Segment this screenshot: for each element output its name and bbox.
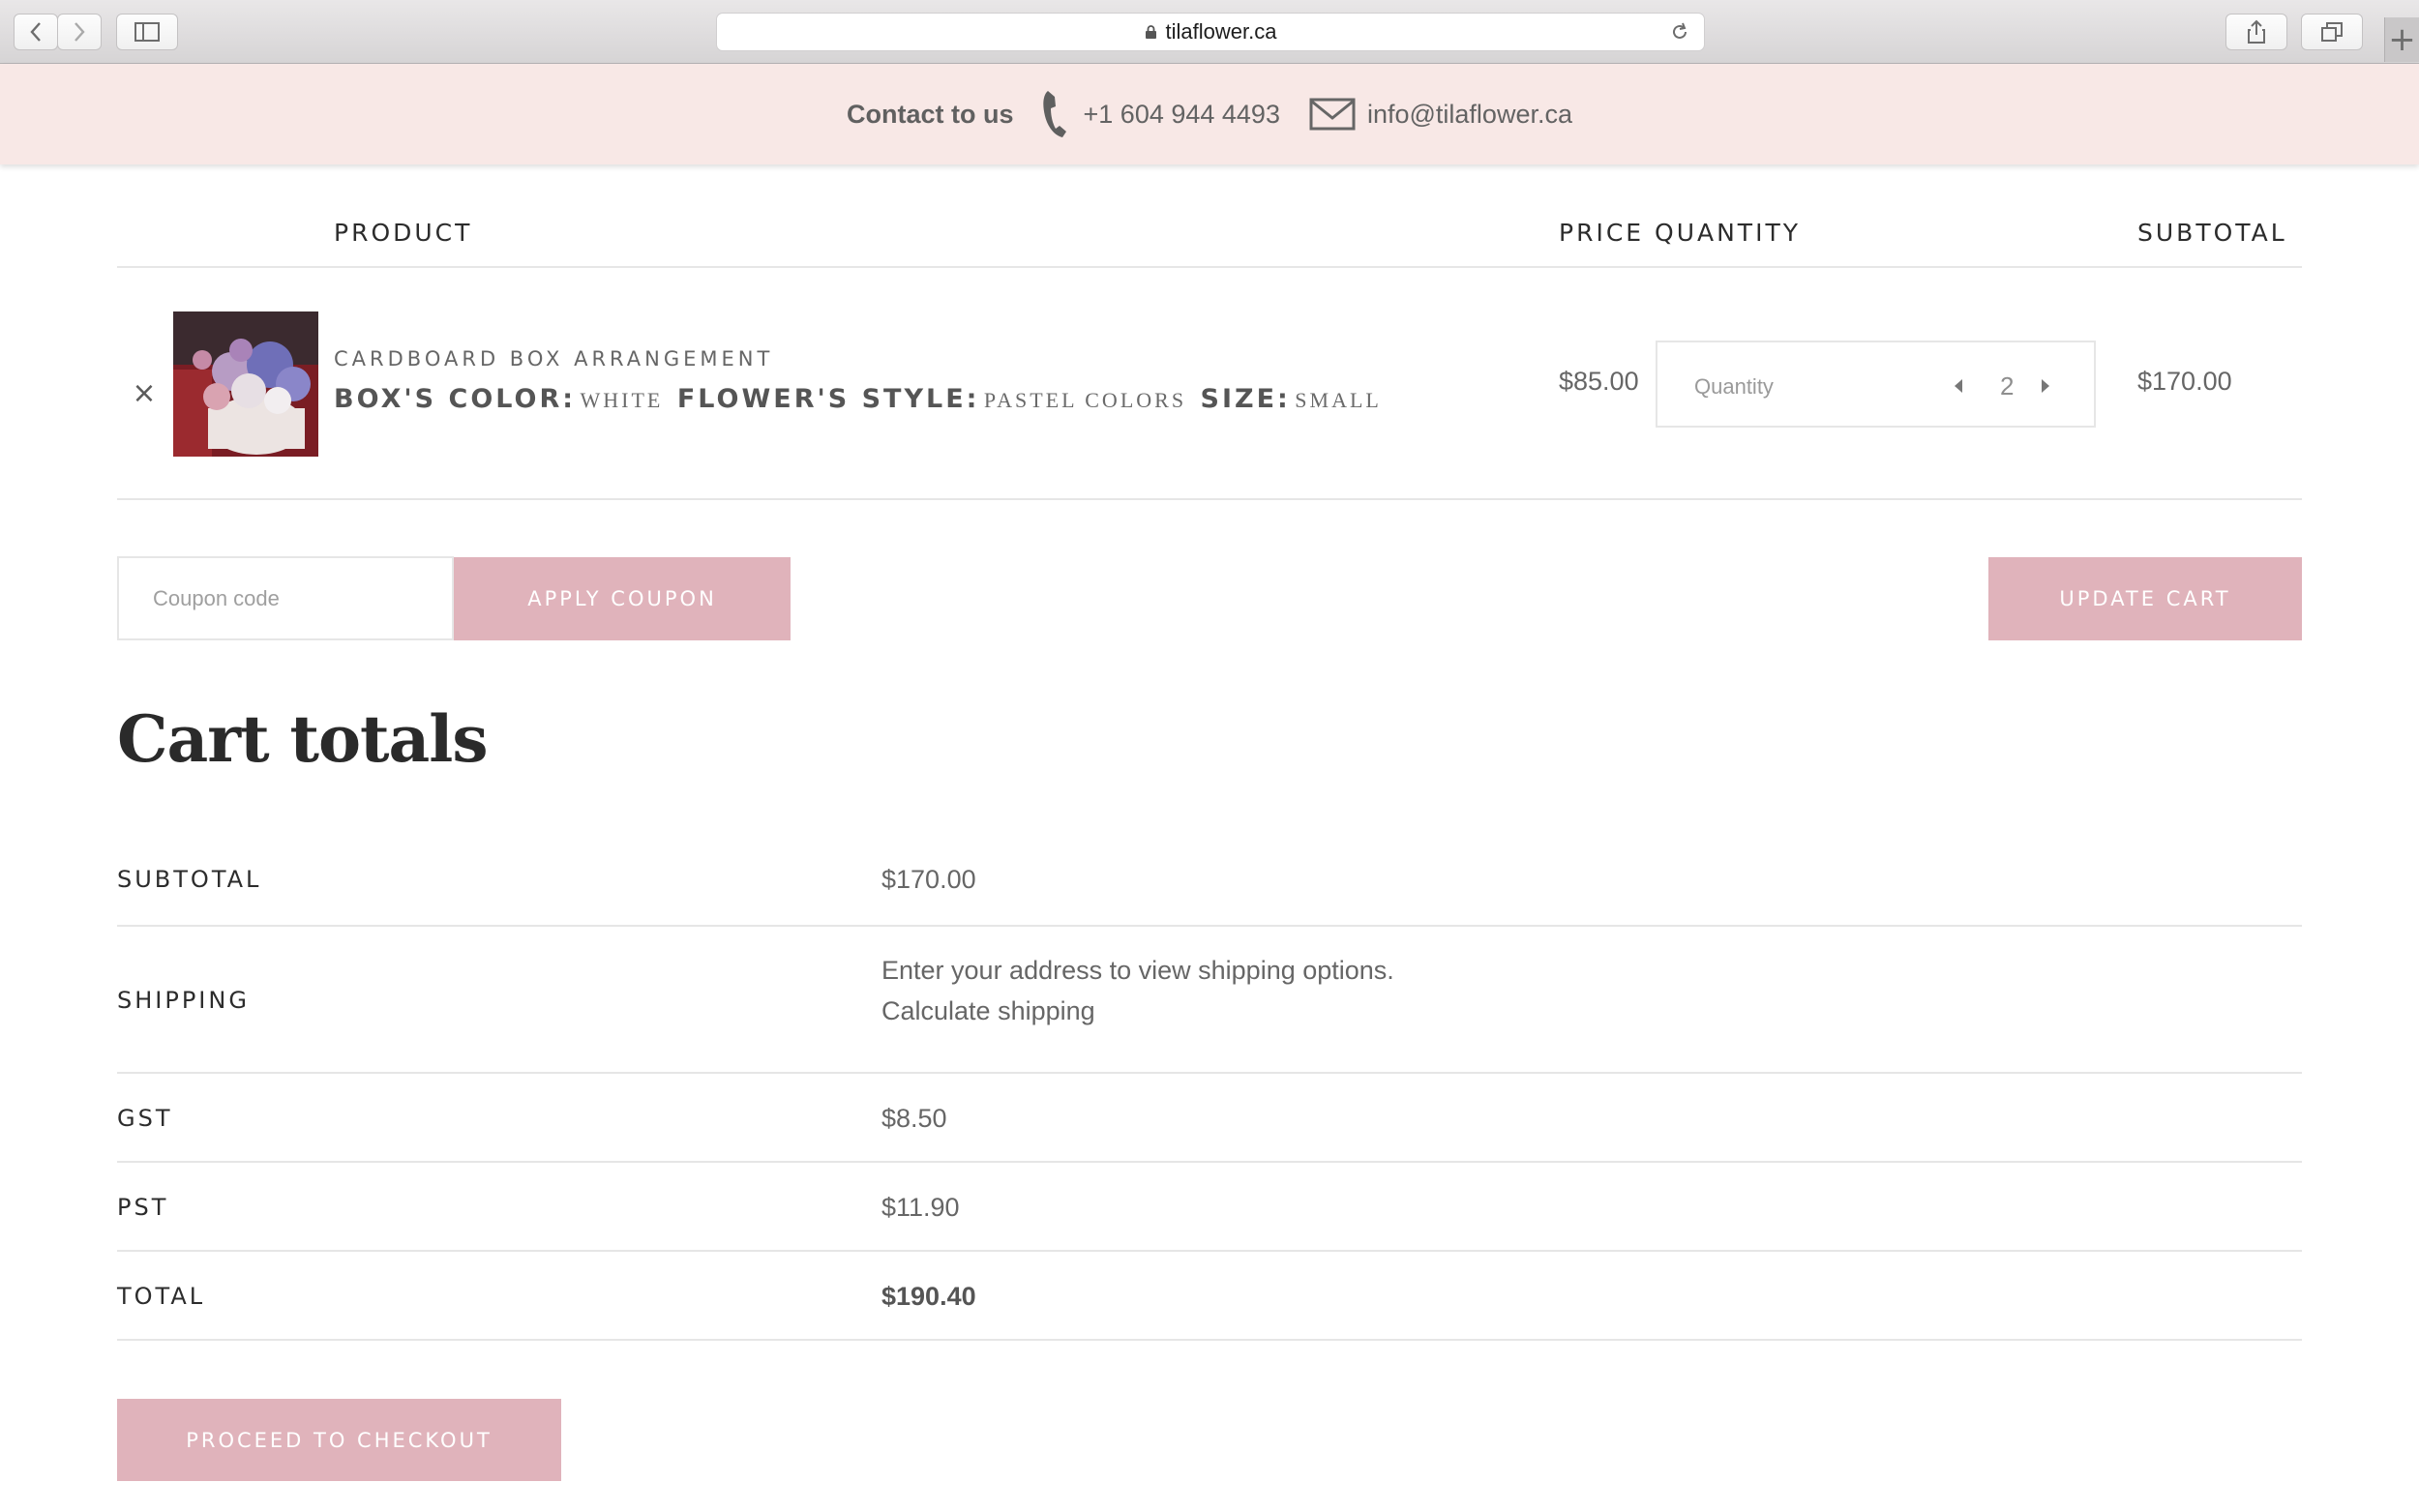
header-subtotal: SUBTOTAL: [2137, 219, 2287, 247]
gst-value: $8.50: [881, 1104, 947, 1133]
quantity-label: Quantity: [1694, 374, 1774, 399]
product-options: BOX'S COLOR: WHITE FLOWER'S STYLE: PASTE…: [334, 384, 1391, 414]
contact-bar: Contact to us +1 604 944 4493 info@tilaf…: [0, 64, 2419, 164]
envelope-icon: [1309, 98, 1356, 131]
product-thumbnail[interactable]: [173, 311, 318, 457]
header-product: PRODUCT: [334, 219, 473, 247]
chevron-right-icon: [75, 22, 85, 42]
pst-label: PST: [117, 1194, 169, 1221]
contact-phone[interactable]: +1 604 944 4493: [1084, 100, 1280, 130]
totals-row-subtotal: SUBTOTAL $170.00: [117, 832, 2302, 927]
totals-row-gst: GST $8.50: [117, 1074, 2302, 1163]
gst-label: GST: [117, 1105, 173, 1132]
header-price-quantity: PRICE QUANTITY: [1559, 219, 1801, 247]
totals-row-shipping: SHIPPING Enter your address to view ship…: [117, 927, 2302, 1074]
coupon-code-input[interactable]: [117, 556, 454, 640]
subtotal-value: $170.00: [881, 865, 976, 894]
totals-row-pst: PST $11.90: [117, 1163, 2302, 1252]
pst-value: $11.90: [881, 1193, 960, 1222]
contact-email[interactable]: info@tilaflower.ca: [1367, 100, 1572, 130]
product-name[interactable]: CARDBOARD BOX ARRANGEMENT: [334, 347, 773, 371]
lock-icon: [1145, 25, 1156, 39]
tabs-overview-button[interactable]: [2301, 14, 2363, 50]
item-subtotal: $170.00: [2137, 367, 2232, 396]
url-text: tilaflower.ca: [1165, 19, 1277, 44]
calculate-shipping-link[interactable]: Calculate shipping: [881, 991, 1394, 1031]
quantity-value[interactable]: 2: [2000, 371, 2014, 401]
total-value: $190.40: [881, 1282, 976, 1311]
back-button[interactable]: [14, 14, 58, 50]
remove-item-button[interactable]: ×: [131, 379, 158, 408]
increment-arrow-icon[interactable]: [2040, 377, 2051, 395]
browser-toolbar: tilaflower.ca +: [0, 0, 2419, 64]
apply-coupon-button[interactable]: APPLY COUPON: [454, 557, 791, 640]
update-cart-button[interactable]: UPDATE CART: [1988, 557, 2302, 640]
item-price: $85.00: [1559, 367, 1639, 396]
table-row: × CARDBOARD BOX ARRANGEMENT BOX'S COLOR:: [117, 268, 2302, 500]
address-bar[interactable]: tilaflower.ca: [716, 13, 1705, 51]
forward-button[interactable]: [57, 14, 102, 50]
shipping-note: Enter your address to view shipping opti…: [881, 956, 1394, 985]
option-value-size: SMALL: [1295, 388, 1382, 412]
option-value-box-color: WHITE: [580, 388, 664, 412]
shipping-info: Enter your address to view shipping opti…: [881, 950, 1394, 1031]
quantity-stepper[interactable]: Quantity 2: [1656, 341, 2096, 428]
sidebar-button[interactable]: [116, 14, 178, 50]
decrement-arrow-icon[interactable]: [1953, 377, 1964, 395]
chevron-left-icon: [30, 22, 41, 42]
share-button[interactable]: [2225, 14, 2287, 50]
share-icon: [2248, 19, 2265, 44]
total-label: TOTAL: [117, 1283, 206, 1310]
option-key-flower-style: FLOWER'S STYLE:: [676, 384, 980, 414]
flower-box-image: [173, 311, 318, 457]
new-tab-button[interactable]: +: [2384, 17, 2419, 62]
cart-table-header: PRODUCT PRICE QUANTITY SUBTOTAL: [117, 164, 2302, 268]
totals-row-total: TOTAL $190.40: [117, 1252, 2302, 1341]
option-key-size: SIZE:: [1200, 384, 1291, 414]
tabs-icon: [2321, 22, 2343, 42]
option-value-flower-style: PASTEL COLORS: [983, 388, 1187, 412]
phone-icon: [1042, 91, 1066, 137]
contact-label: Contact to us: [847, 99, 1014, 129]
proceed-to-checkout-button[interactable]: PROCEED TO CHECKOUT: [117, 1399, 561, 1481]
reload-icon[interactable]: [1669, 21, 1690, 43]
shipping-label: SHIPPING: [117, 987, 250, 1014]
sidebar-icon: [134, 22, 160, 42]
subtotal-label: SUBTOTAL: [117, 866, 262, 893]
cart-totals-title: Cart totals: [117, 701, 489, 777]
option-key-box-color: BOX'S COLOR:: [334, 384, 577, 414]
